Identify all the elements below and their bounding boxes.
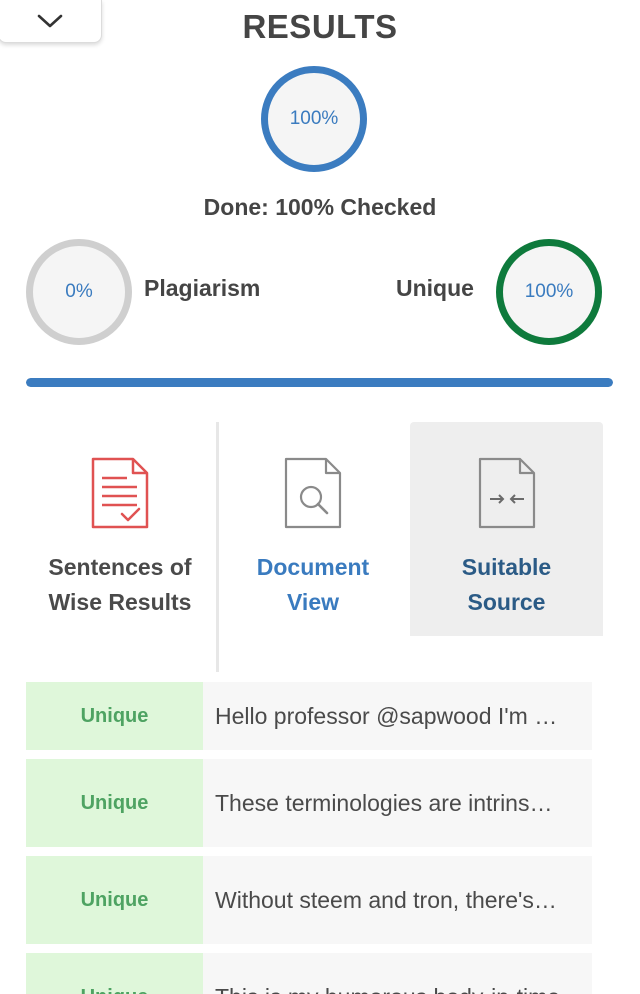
unique-percent: 100% xyxy=(524,281,574,302)
tab-divider xyxy=(216,422,219,672)
tab-sentence-results-label: Sentences of Wise Results xyxy=(48,554,192,615)
check-progress-fill xyxy=(26,378,613,387)
overall-progress-ring: 100% xyxy=(261,66,367,172)
tab-document-view[interactable]: Document View xyxy=(220,422,406,636)
overall-percent: 100% xyxy=(289,108,339,129)
result-tabs: Sentences of Wise Results Document View xyxy=(24,422,604,672)
status-badge: Unique xyxy=(26,953,203,994)
plagiarism-label: Plagiarism xyxy=(144,275,261,301)
sentence-text: Without steem and tron, there's… xyxy=(215,886,557,913)
status-badge: Unique xyxy=(26,856,203,944)
sentence-text-cell: These terminologies are intrins… xyxy=(203,759,592,847)
status-badge: Unique xyxy=(26,682,203,750)
unique-label: Unique xyxy=(396,275,474,301)
report-document-icon xyxy=(89,456,151,530)
document-compare-icon xyxy=(476,456,538,530)
tab-sentence-results[interactable]: Sentences of Wise Results xyxy=(24,422,216,672)
tab-suitable-source[interactable]: Suitable Source xyxy=(410,422,603,636)
result-row[interactable]: Unique This is my humorous body-in-time… xyxy=(26,953,592,994)
results-panel: RESULTS 100% Done: 100% Checked 0% Plagi… xyxy=(0,0,640,994)
unique-ring: 100% xyxy=(496,239,602,345)
sentence-text: This is my humorous body-in-time… xyxy=(215,984,583,994)
check-progress-bar xyxy=(26,378,613,387)
document-search-icon xyxy=(282,456,344,530)
sentence-text: These terminologies are intrins… xyxy=(215,789,553,816)
plagiarism-percent: 0% xyxy=(65,281,93,302)
plagiarism-ring: 0% xyxy=(26,239,132,345)
sentence-text: Hello professor @sapwood I'm … xyxy=(215,702,558,729)
done-status-text: Done: 100% Checked xyxy=(203,194,437,220)
sentence-text-cell: This is my humorous body-in-time… xyxy=(203,953,592,994)
sentence-text-cell: Hello professor @sapwood I'm … xyxy=(203,682,592,750)
result-row[interactable]: Unique Without steem and tron, there's… xyxy=(26,856,592,944)
sentence-text-cell: Without steem and tron, there's… xyxy=(203,856,592,944)
tab-suitable-source-label: Suitable Source xyxy=(461,554,552,615)
status-badge: Unique xyxy=(26,759,203,847)
result-row[interactable]: Unique Hello professor @sapwood I'm … xyxy=(26,682,592,750)
result-row[interactable]: Unique These terminologies are intrins… xyxy=(26,759,592,847)
tab-document-view-label: Document View xyxy=(256,554,370,615)
page-title: RESULTS xyxy=(242,8,398,45)
